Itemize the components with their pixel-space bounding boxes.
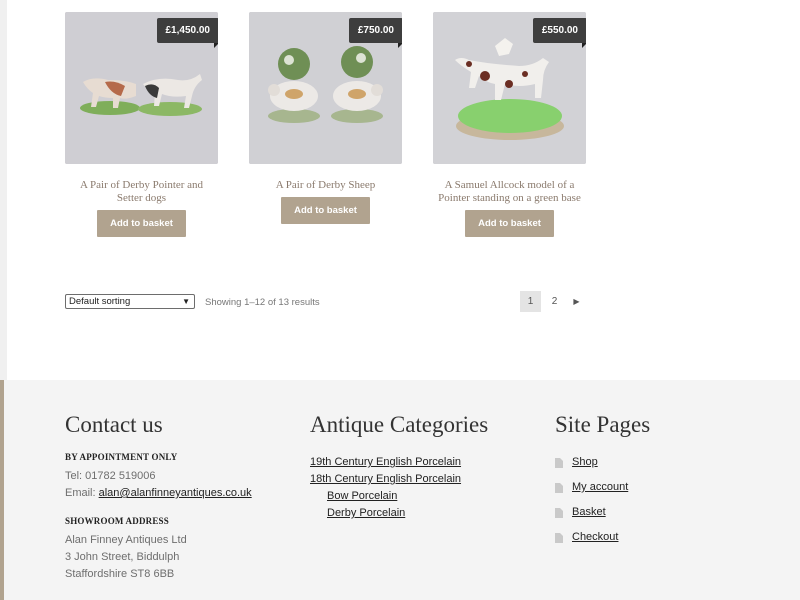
category-link[interactable]: 18th Century English Porcelain — [310, 473, 461, 485]
price-badge: £750.00 — [348, 18, 402, 48]
page-link-current[interactable]: 1 — [520, 291, 541, 312]
subcategory-link[interactable]: Derby Porcelain — [327, 507, 405, 519]
product-title[interactable]: A Pair of Derby Sheep — [253, 179, 398, 192]
product-image[interactable]: £1,450.00 — [65, 12, 218, 164]
showroom-label: SHOWROOM ADDRESS — [65, 516, 169, 526]
chevron-right-icon: ▶ — [573, 297, 580, 306]
product-title[interactable]: A Samuel Allcock model of a Pointer stan… — [437, 179, 582, 205]
site-page-item: Shop — [555, 456, 755, 481]
add-to-basket-button[interactable]: Add to basket — [281, 197, 370, 224]
add-to-basket-button[interactable]: Add to basket — [97, 210, 186, 237]
site-pages-column: Site Pages Shop My account Basket Checko… — [555, 412, 755, 556]
add-to-basket-button[interactable]: Add to basket — [465, 210, 554, 237]
site-page-item: My account — [555, 481, 755, 506]
footer-accent-bar — [0, 380, 4, 600]
address-line: 3 John Street, Biddulph — [65, 551, 180, 563]
document-icon — [555, 533, 563, 543]
product-card: £750.00 A Pair of Derby Sheep Add to bas… — [249, 12, 402, 224]
site-footer: Contact us BY APPOINTMENT ONLY Tel: 0178… — [0, 380, 800, 600]
page-link[interactable]: 2 — [544, 291, 565, 312]
next-page-button[interactable]: ▶ — [566, 291, 587, 312]
appointment-label: BY APPOINTMENT ONLY — [65, 452, 178, 462]
results-count: Showing 1–12 of 13 results — [205, 297, 320, 308]
category-link[interactable]: 19th Century English Porcelain — [310, 456, 461, 468]
category-list: 19th Century English Porcelain 18th Cent… — [310, 454, 530, 522]
site-pages-heading: Site Pages — [555, 412, 651, 437]
product-image[interactable]: £550.00 — [433, 12, 586, 164]
chevron-down-icon: ▼ — [182, 297, 190, 306]
categories-heading: Antique Categories — [310, 412, 489, 437]
price-badge: £550.00 — [532, 18, 586, 48]
product-card: £1,450.00 A Pair of Derby Pointer and Se… — [65, 12, 218, 237]
site-page-item: Checkout — [555, 531, 755, 556]
showroom-address: Alan Finney Antiques Ltd 3 John Street, … — [65, 532, 285, 583]
product-title[interactable]: A Pair of Derby Pointer and Setter dogs — [69, 179, 214, 205]
contact-tel: Tel: 01782 519006 — [65, 470, 156, 482]
sorting-selected-value: Default sorting — [69, 296, 131, 307]
site-page-link[interactable]: Shop — [572, 456, 598, 468]
address-line: Alan Finney Antiques Ltd — [65, 534, 187, 546]
address-line: Staffordshire ST8 6BB — [65, 568, 175, 580]
email-link[interactable]: alan@alanfinneyantiques.co.uk — [99, 487, 252, 499]
contact-email-line: Email: alan@alanfinneyantiques.co.uk — [65, 485, 285, 502]
product-image[interactable]: £750.00 — [249, 12, 402, 164]
document-icon — [555, 508, 563, 518]
email-prefix: Email: — [65, 487, 99, 499]
site-page-item: Basket — [555, 506, 755, 531]
left-edge-bar — [0, 0, 7, 380]
subcategory-link[interactable]: Bow Porcelain — [327, 490, 397, 502]
price-badge: £1,450.00 — [156, 18, 218, 48]
contact-heading: Contact us — [65, 412, 163, 437]
site-page-link[interactable]: Checkout — [572, 531, 618, 543]
document-icon — [555, 483, 563, 493]
document-icon — [555, 458, 563, 468]
product-card: £550.00 A Samuel Allcock model of a Poin… — [433, 12, 586, 237]
site-page-link[interactable]: My account — [572, 481, 628, 493]
contact-column: Contact us BY APPOINTMENT ONLY Tel: 0178… — [65, 412, 285, 583]
sorting-select[interactable]: Default sorting ▼ — [65, 294, 195, 309]
site-pages-list: Shop My account Basket Checkout — [555, 456, 755, 556]
site-page-link[interactable]: Basket — [572, 506, 606, 518]
categories-column: Antique Categories 19th Century English … — [310, 412, 530, 522]
